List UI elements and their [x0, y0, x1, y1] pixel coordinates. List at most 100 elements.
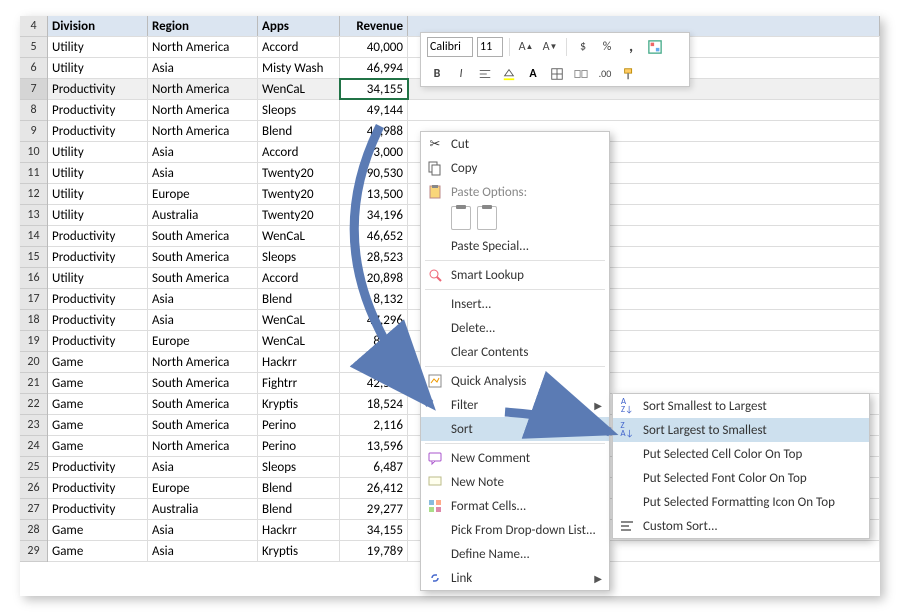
cell[interactable]: Region: [148, 16, 258, 36]
cell[interactable]: 19,789: [340, 541, 408, 561]
cell[interactable]: Blend: [258, 289, 340, 309]
cell[interactable]: Accord: [258, 268, 340, 288]
cell[interactable]: North America: [148, 121, 258, 141]
cell[interactable]: Misty Wash: [258, 58, 340, 78]
row-header[interactable]: 17: [20, 289, 47, 310]
comma-icon[interactable]: ,: [621, 37, 641, 57]
menu-insert[interactable]: Insert...: [421, 292, 609, 316]
cell[interactable]: Sleops: [258, 247, 340, 267]
row-header[interactable]: 4: [20, 16, 47, 37]
cell[interactable]: 28,523: [340, 247, 408, 267]
cell[interactable]: North America: [148, 436, 258, 456]
fill-color-icon[interactable]: [499, 64, 519, 84]
cell[interactable]: WenCaL: [258, 226, 340, 246]
cell[interactable]: Blend: [258, 478, 340, 498]
cell[interactable]: 2,116: [340, 415, 408, 435]
cell[interactable]: South America: [148, 373, 258, 393]
cell[interactable]: Twenty20: [258, 205, 340, 225]
cell[interactable]: North America: [148, 79, 258, 99]
cell[interactable]: Twenty20: [258, 163, 340, 183]
menu-smart-lookup[interactable]: Smart Lookup: [421, 263, 609, 287]
cell[interactable]: Productivity: [48, 457, 148, 477]
cell[interactable]: 6,487: [340, 457, 408, 477]
cell[interactable]: 49,144: [340, 100, 408, 120]
cell[interactable]: 8,532: [340, 331, 408, 351]
increase-font-icon[interactable]: A▲: [516, 37, 536, 57]
menu-filter[interactable]: Filter▶: [421, 393, 609, 417]
cell[interactable]: Apps: [258, 16, 340, 36]
font-color-icon[interactable]: A: [523, 64, 543, 84]
cell[interactable]: North America: [148, 100, 258, 120]
cell[interactable]: North America: [148, 37, 258, 57]
row-header[interactable]: 27: [20, 499, 47, 520]
cell[interactable]: Utility: [48, 142, 148, 162]
cell[interactable]: [408, 100, 880, 120]
row-header[interactable]: 29: [20, 541, 47, 562]
cell[interactable]: Productivity: [48, 247, 148, 267]
format-painter-icon[interactable]: [619, 64, 639, 84]
menu-define-name[interactable]: Define Name...: [421, 542, 609, 566]
cell[interactable]: Productivity: [48, 121, 148, 141]
cell[interactable]: 90,530: [340, 163, 408, 183]
cell[interactable]: 13,500: [340, 184, 408, 204]
cell[interactable]: Utility: [48, 184, 148, 204]
cell[interactable]: Australia: [148, 205, 258, 225]
cell[interactable]: Hackrr: [258, 352, 340, 372]
menu-pick-dropdown[interactable]: Pick From Drop-down List...: [421, 518, 609, 542]
menu-sort[interactable]: Sort▶: [421, 417, 609, 441]
cell[interactable]: Asia: [148, 457, 258, 477]
row-header[interactable]: 25: [20, 457, 47, 478]
cell[interactable]: 29,277: [340, 499, 408, 519]
decimal-icon[interactable]: .00: [595, 64, 615, 84]
conditional-format-icon[interactable]: [645, 37, 665, 57]
cell[interactable]: Kryptis: [258, 541, 340, 561]
cell[interactable]: Game: [48, 415, 148, 435]
cell[interactable]: Game: [48, 352, 148, 372]
cell[interactable]: Utility: [48, 163, 148, 183]
cell[interactable]: Perino: [258, 415, 340, 435]
cell[interactable]: Asia: [148, 310, 258, 330]
row-header[interactable]: 14: [20, 226, 47, 247]
row-header[interactable]: 13: [20, 205, 47, 226]
cell[interactable]: 46,652: [340, 226, 408, 246]
row-header[interactable]: 18: [20, 310, 47, 331]
border-icon[interactable]: [547, 64, 567, 84]
currency-icon[interactable]: $: [573, 37, 593, 57]
cell[interactable]: Hackrr: [258, 520, 340, 540]
cell[interactable]: Blend: [258, 121, 340, 141]
cell[interactable]: South America: [148, 415, 258, 435]
cell[interactable]: Blend: [258, 499, 340, 519]
sort-asc[interactable]: AZ↓Sort Smallest to Largest: [613, 394, 869, 418]
cell[interactable]: 42,569: [340, 373, 408, 393]
sort-cell-color[interactable]: Put Selected Cell Color On Top: [613, 442, 869, 466]
cell[interactable]: Accord: [258, 142, 340, 162]
percent-icon[interactable]: %: [597, 37, 617, 57]
cell[interactable]: 46,994: [340, 58, 408, 78]
paste-option-2[interactable]: [477, 206, 497, 230]
row-header[interactable]: 5: [20, 37, 47, 58]
cell[interactable]: 40,000: [340, 37, 408, 57]
cell[interactable]: Utility: [48, 205, 148, 225]
cell[interactable]: Productivity: [48, 310, 148, 330]
sort-desc[interactable]: ZA↓Sort Largest to Smallest: [613, 418, 869, 442]
row-header[interactable]: 15: [20, 247, 47, 268]
cell[interactable]: Productivity: [48, 499, 148, 519]
cell[interactable]: Productivity: [48, 331, 148, 351]
cell[interactable]: Productivity: [48, 289, 148, 309]
row-header[interactable]: 23: [20, 415, 47, 436]
cell[interactable]: Utility: [48, 58, 148, 78]
cell[interactable]: Sleops: [258, 457, 340, 477]
cell[interactable]: 34,155: [340, 520, 408, 540]
row-header[interactable]: 26: [20, 478, 47, 499]
cell[interactable]: Kryptis: [258, 394, 340, 414]
cell[interactable]: 13,596: [340, 436, 408, 456]
cell[interactable]: Europe: [148, 478, 258, 498]
cell[interactable]: 49,988: [340, 121, 408, 141]
cell[interactable]: Productivity: [48, 478, 148, 498]
row-header[interactable]: 8: [20, 100, 47, 121]
cell[interactable]: Europe: [148, 331, 258, 351]
cell[interactable]: Fightrr: [258, 373, 340, 393]
cell[interactable]: Asia: [148, 142, 258, 162]
cell[interactable]: South America: [148, 394, 258, 414]
cell[interactable]: Asia: [148, 58, 258, 78]
